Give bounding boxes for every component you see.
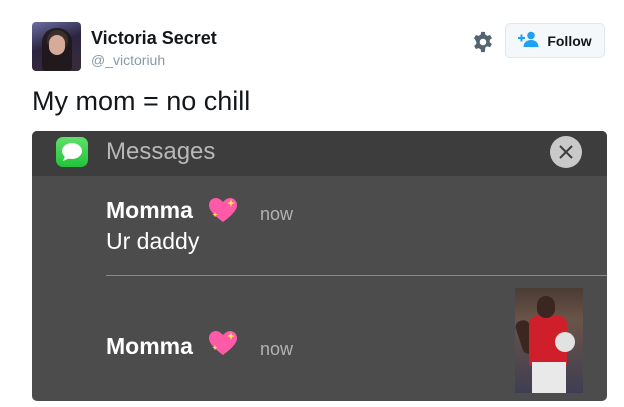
close-icon[interactable] [550,136,582,168]
speech-bubble-icon [56,137,88,167]
thumbnail-head [537,296,555,318]
message-sender: Momma [106,197,193,223]
follow-button[interactable]: Follow [505,23,605,58]
message-time: now [260,339,294,359]
sparkling-heart-icon [208,197,238,224]
display-name[interactable]: Victoria Secret [91,28,217,49]
message-text: Ur daddy [106,228,200,254]
message-sender: Momma [106,333,193,359]
tweet-text: My mom = no chill [32,86,251,116]
avatar[interactable] [32,22,81,71]
avatar-face [49,35,65,55]
thumbnail-ball [555,332,575,352]
sparkling-heart-icon [208,330,238,357]
message-image-thumbnail[interactable] [515,288,583,393]
add-user-icon [518,31,540,50]
divider [106,275,607,276]
app-name: Messages [106,138,216,165]
follow-label: Follow [547,32,592,49]
thumbnail-shorts [532,362,566,393]
user-handle[interactable]: @_victoriuh [91,52,165,68]
notification-header: Messages [32,131,607,176]
message-notification[interactable]: Messages Momma now Ur daddy Momma now [32,131,607,401]
gear-icon[interactable] [472,31,494,53]
message-time: now [260,204,294,224]
